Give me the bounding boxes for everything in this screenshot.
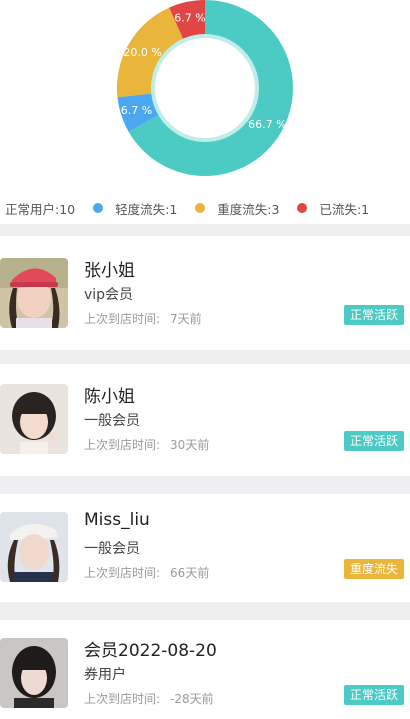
legend-item-normal[interactable]: 正常用户:10	[5, 199, 75, 218]
status-badge: 正常活跃	[343, 431, 404, 451]
last-visit-value: 30天前	[170, 438, 210, 452]
status-badge: 正常活跃	[343, 685, 404, 705]
slice-label-light-loss: 6.7 %	[121, 104, 152, 117]
last-visit-value: -28天前	[170, 692, 214, 706]
customer-name: Miss_liu	[84, 510, 150, 530]
customer-name: 陈小姐	[84, 387, 135, 407]
legend-label-normal: 正常用户:10	[5, 201, 76, 217]
last-visit: 上次到店时间: 30天前	[84, 436, 209, 453]
status-badge: 重度流失	[343, 559, 404, 579]
customer-name: 会员2022-08-20	[84, 641, 217, 661]
slice-label-normal: 66.7 %	[248, 118, 286, 131]
donut-hole	[151, 34, 259, 142]
customer-card[interactable]: 陈小姐 一般会员 上次到店时间: 30天前 正常活跃	[0, 370, 410, 470]
customer-avatar	[0, 638, 68, 708]
last-visit: 上次到店时间: 66天前	[84, 564, 209, 581]
customer-level: 一般会员	[84, 413, 140, 429]
customer-name: 张小姐	[84, 261, 135, 281]
slice-label-lost: 6.7 %	[174, 12, 205, 25]
status-badge: 正常活跃	[343, 305, 404, 325]
last-visit-label: 上次到店时间:	[84, 438, 161, 452]
customer-avatar	[0, 384, 68, 454]
legend-label-lost: 已流失:1	[319, 201, 370, 217]
legend-dot-lost	[297, 203, 308, 213]
legend-dot-heavy-loss	[195, 203, 206, 213]
separator	[0, 224, 410, 236]
customer-avatar	[0, 512, 68, 582]
customer-card[interactable]: Miss_liu 一般会员 上次到店时间: 66天前 重度流失	[0, 498, 410, 598]
customer-level: vip会员	[84, 287, 134, 303]
legend-item-heavy-loss[interactable]: 重度流失:3	[195, 199, 279, 218]
last-visit-label: 上次到店时间:	[84, 692, 161, 706]
last-visit-label: 上次到店时间:	[84, 312, 161, 326]
customer-level: 券用户	[84, 667, 126, 683]
customer-card[interactable]: 会员2022-08-20 券用户 上次到店时间: -28天前 正常活跃	[0, 624, 410, 719]
legend-label-heavy-loss: 重度流失:3	[217, 201, 280, 217]
legend-item-light-loss[interactable]: 轻度流失:1	[93, 199, 177, 218]
chart-legend: 正常用户:10 轻度流失:1 重度流失:3 已流失:1	[0, 197, 410, 219]
legend-label-light-loss: 轻度流失:1	[115, 201, 178, 217]
donut-chart: 66.7 % 6.7 % 20.0 % 6.7 %	[0, 0, 410, 190]
separator	[0, 602, 410, 620]
last-visit-value: 7天前	[170, 312, 202, 326]
customer-level: 一般会员	[84, 541, 140, 557]
donut-chart-svg: 66.7 % 6.7 % 20.0 % 6.7 %	[117, 0, 293, 176]
slice-label-heavy-loss: 20.0 %	[123, 46, 161, 59]
separator	[0, 476, 410, 494]
legend-dot-light-loss	[93, 203, 104, 213]
customer-card[interactable]: 张小姐 vip会员 上次到店时间: 7天前 正常活跃	[0, 244, 410, 344]
customer-avatar	[0, 258, 68, 328]
last-visit: 上次到店时间: 7天前	[84, 310, 202, 327]
legend-item-lost[interactable]: 已流失:1	[297, 199, 369, 218]
last-visit-value: 66天前	[170, 566, 210, 580]
last-visit: 上次到店时间: -28天前	[84, 690, 214, 707]
separator	[0, 350, 410, 364]
last-visit-label: 上次到店时间:	[84, 566, 161, 580]
